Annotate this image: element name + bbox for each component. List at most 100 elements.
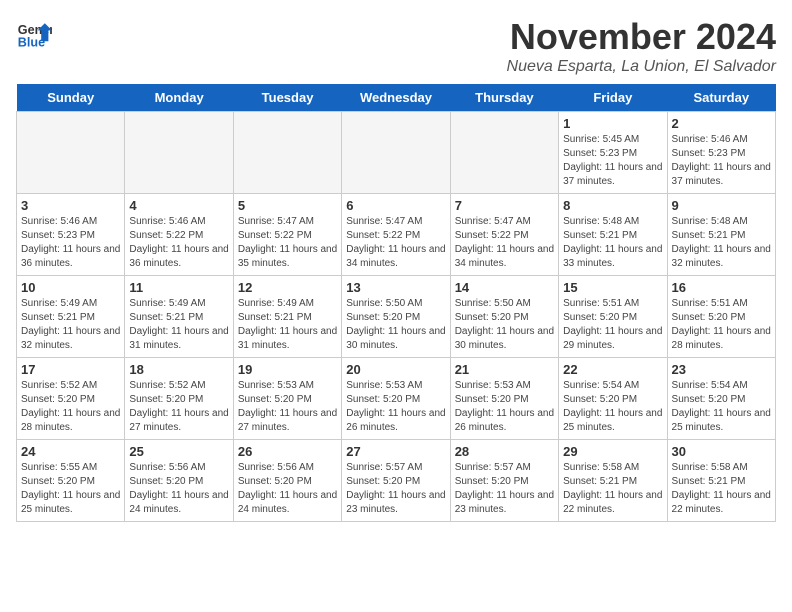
day-number: 9 (672, 198, 771, 213)
day-info: Sunrise: 5:57 AM Sunset: 5:20 PM Dayligh… (346, 461, 445, 517)
calendar: SundayMondayTuesdayWednesdayThursdayFrid… (16, 84, 776, 522)
day-header-tuesday: Tuesday (233, 84, 341, 112)
calendar-cell: 10 Sunrise: 5:49 AM Sunset: 5:21 PM Dayli… (17, 276, 125, 358)
day-number: 4 (129, 198, 228, 213)
day-number: 28 (455, 444, 554, 459)
calendar-cell: 16 Sunrise: 5:51 AM Sunset: 5:20 PM Dayli… (667, 276, 775, 358)
day-header-sunday: Sunday (17, 84, 125, 112)
calendar-cell: 24 Sunrise: 5:55 AM Sunset: 5:20 PM Dayli… (17, 440, 125, 522)
day-info: Sunrise: 5:58 AM Sunset: 5:21 PM Dayligh… (563, 461, 662, 517)
calendar-cell: 6 Sunrise: 5:47 AM Sunset: 5:22 PM Daylig… (342, 194, 450, 276)
day-number: 11 (129, 280, 228, 295)
day-number: 26 (238, 444, 337, 459)
day-number: 14 (455, 280, 554, 295)
day-number: 17 (21, 362, 120, 377)
calendar-cell: 4 Sunrise: 5:46 AM Sunset: 5:22 PM Daylig… (125, 194, 233, 276)
day-info: Sunrise: 5:57 AM Sunset: 5:20 PM Dayligh… (455, 461, 554, 517)
day-number: 18 (129, 362, 228, 377)
svg-text:Blue: Blue (18, 36, 45, 50)
calendar-body: 1 Sunrise: 5:45 AM Sunset: 5:23 PM Daylig… (17, 112, 776, 522)
month-title: November 2024 (507, 16, 776, 58)
day-number: 20 (346, 362, 445, 377)
calendar-cell: 15Sunrise: 5:51 AM Sunset: 5:20 PM Dayli… (559, 276, 667, 358)
calendar-cell (125, 112, 233, 194)
day-header-monday: Monday (125, 84, 233, 112)
day-info: Sunrise: 5:52 AM Sunset: 5:20 PM Dayligh… (21, 379, 120, 435)
day-info: Sunrise: 5:47 AM Sunset: 5:22 PM Dayligh… (455, 215, 554, 271)
logo-icon: General Blue (16, 16, 52, 52)
day-number: 29 (563, 444, 662, 459)
calendar-cell: 30Sunrise: 5:58 AM Sunset: 5:21 PM Dayli… (667, 440, 775, 522)
calendar-cell: 28 Sunrise: 5:57 AM Sunset: 5:20 PM Dayli… (450, 440, 558, 522)
day-header-friday: Friday (559, 84, 667, 112)
calendar-cell: 12Sunrise: 5:49 AM Sunset: 5:21 PM Dayli… (233, 276, 341, 358)
calendar-cell: 9Sunrise: 5:48 AM Sunset: 5:21 PM Daylig… (667, 194, 775, 276)
day-number: 30 (672, 444, 771, 459)
calendar-cell: 14 Sunrise: 5:50 AM Sunset: 5:20 PM Dayli… (450, 276, 558, 358)
day-number: 21 (455, 362, 554, 377)
calendar-cell: 17 Sunrise: 5:52 AM Sunset: 5:20 PM Dayli… (17, 358, 125, 440)
day-number: 3 (21, 198, 120, 213)
day-info: Sunrise: 5:55 AM Sunset: 5:20 PM Dayligh… (21, 461, 120, 517)
subtitle: Nueva Esparta, La Union, El Salvador (507, 58, 776, 76)
day-number: 24 (21, 444, 120, 459)
day-info: Sunrise: 5:53 AM Sunset: 5:20 PM Dayligh… (455, 379, 554, 435)
day-number: 13 (346, 280, 445, 295)
day-number: 27 (346, 444, 445, 459)
week-row-0: 1 Sunrise: 5:45 AM Sunset: 5:23 PM Daylig… (17, 112, 776, 194)
calendar-cell: 11Sunrise: 5:49 AM Sunset: 5:21 PM Dayli… (125, 276, 233, 358)
day-number: 5 (238, 198, 337, 213)
day-header-thursday: Thursday (450, 84, 558, 112)
day-number: 15 (563, 280, 662, 295)
day-number: 16 (672, 280, 771, 295)
day-info: Sunrise: 5:51 AM Sunset: 5:20 PM Dayligh… (672, 297, 771, 353)
day-header-saturday: Saturday (667, 84, 775, 112)
day-info: Sunrise: 5:56 AM Sunset: 5:20 PM Dayligh… (129, 461, 228, 517)
calendar-cell: 8 Sunrise: 5:48 AM Sunset: 5:21 PM Daylig… (559, 194, 667, 276)
day-number: 7 (455, 198, 554, 213)
day-header-wednesday: Wednesday (342, 84, 450, 112)
calendar-cell (450, 112, 558, 194)
day-number: 22 (563, 362, 662, 377)
day-info: Sunrise: 5:47 AM Sunset: 5:22 PM Dayligh… (346, 215, 445, 271)
day-info: Sunrise: 5:48 AM Sunset: 5:21 PM Dayligh… (563, 215, 662, 271)
calendar-cell: 1 Sunrise: 5:45 AM Sunset: 5:23 PM Daylig… (559, 112, 667, 194)
day-info: Sunrise: 5:53 AM Sunset: 5:20 PM Dayligh… (346, 379, 445, 435)
calendar-cell: 27 Sunrise: 5:57 AM Sunset: 5:20 PM Dayli… (342, 440, 450, 522)
day-info: Sunrise: 5:50 AM Sunset: 5:20 PM Dayligh… (455, 297, 554, 353)
calendar-cell: 20 Sunrise: 5:53 AM Sunset: 5:20 PM Dayli… (342, 358, 450, 440)
day-number: 6 (346, 198, 445, 213)
calendar-cell (342, 112, 450, 194)
day-info: Sunrise: 5:46 AM Sunset: 5:23 PM Dayligh… (21, 215, 120, 271)
day-info: Sunrise: 5:53 AM Sunset: 5:20 PM Dayligh… (238, 379, 337, 435)
day-info: Sunrise: 5:49 AM Sunset: 5:21 PM Dayligh… (21, 297, 120, 353)
day-info: Sunrise: 5:49 AM Sunset: 5:21 PM Dayligh… (238, 297, 337, 353)
day-number: 10 (21, 280, 120, 295)
day-number: 19 (238, 362, 337, 377)
calendar-cell: 18Sunrise: 5:52 AM Sunset: 5:20 PM Dayli… (125, 358, 233, 440)
calendar-cell: 21 Sunrise: 5:53 AM Sunset: 5:20 PM Dayli… (450, 358, 558, 440)
day-number: 23 (672, 362, 771, 377)
day-info: Sunrise: 5:46 AM Sunset: 5:23 PM Dayligh… (672, 133, 771, 189)
calendar-cell: 23 Sunrise: 5:54 AM Sunset: 5:20 PM Dayli… (667, 358, 775, 440)
day-number: 25 (129, 444, 228, 459)
day-info: Sunrise: 5:54 AM Sunset: 5:20 PM Dayligh… (563, 379, 662, 435)
logo: General Blue (16, 16, 52, 52)
week-row-3: 17 Sunrise: 5:52 AM Sunset: 5:20 PM Dayli… (17, 358, 776, 440)
day-info: Sunrise: 5:45 AM Sunset: 5:23 PM Dayligh… (563, 133, 662, 189)
week-row-1: 3 Sunrise: 5:46 AM Sunset: 5:23 PM Daylig… (17, 194, 776, 276)
calendar-header: SundayMondayTuesdayWednesdayThursdayFrid… (17, 84, 776, 112)
calendar-cell: 13Sunrise: 5:50 AM Sunset: 5:20 PM Dayli… (342, 276, 450, 358)
week-row-4: 24 Sunrise: 5:55 AM Sunset: 5:20 PM Dayli… (17, 440, 776, 522)
day-number: 1 (563, 116, 662, 131)
calendar-cell: 22 Sunrise: 5:54 AM Sunset: 5:20 PM Dayli… (559, 358, 667, 440)
day-info: Sunrise: 5:54 AM Sunset: 5:20 PM Dayligh… (672, 379, 771, 435)
day-info: Sunrise: 5:56 AM Sunset: 5:20 PM Dayligh… (238, 461, 337, 517)
day-info: Sunrise: 5:46 AM Sunset: 5:22 PM Dayligh… (129, 215, 228, 271)
calendar-cell: 19 Sunrise: 5:53 AM Sunset: 5:20 PM Dayli… (233, 358, 341, 440)
calendar-cell: 5Sunrise: 5:47 AM Sunset: 5:22 PM Daylig… (233, 194, 341, 276)
day-number: 8 (563, 198, 662, 213)
calendar-cell: 2Sunrise: 5:46 AM Sunset: 5:23 PM Daylig… (667, 112, 775, 194)
calendar-cell (17, 112, 125, 194)
header: General Blue November 2024 Nueva Esparta… (16, 16, 776, 76)
